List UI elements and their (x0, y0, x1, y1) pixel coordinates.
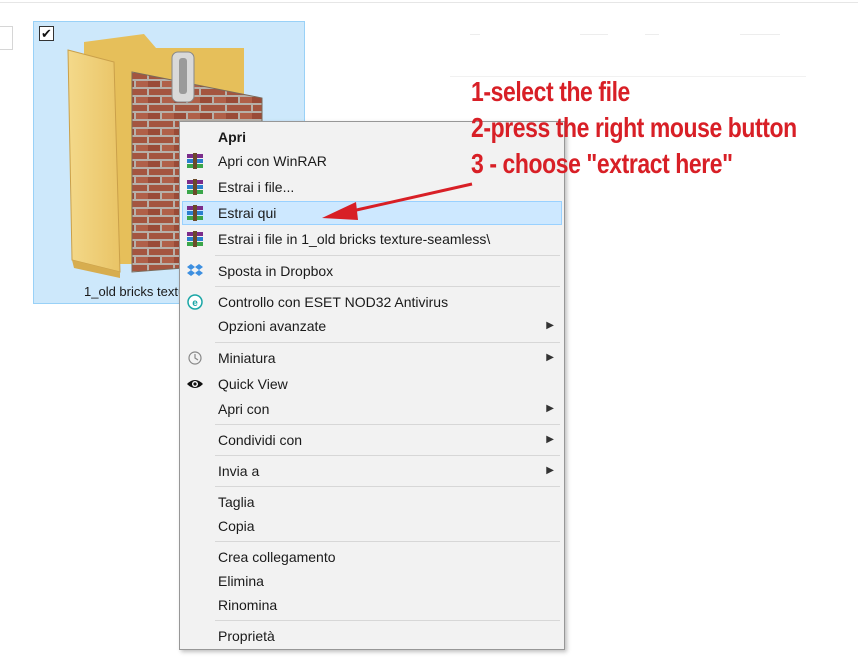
annotation-arrow-icon (322, 182, 473, 220)
